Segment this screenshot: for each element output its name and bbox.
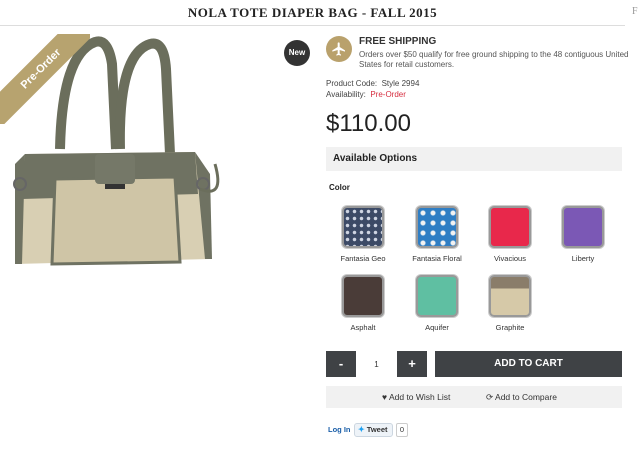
- wish-list-label: Add to Wish List: [388, 392, 451, 402]
- swatch-graphite[interactable]: Graphite: [480, 275, 540, 332]
- swatch-label: Vivacious: [494, 254, 526, 263]
- add-to-compare-link[interactable]: ⟳ Add to Compare: [486, 386, 557, 408]
- next-item-edge: F: [632, 6, 638, 17]
- quantity-increase-button[interactable]: +: [397, 351, 427, 377]
- swatch-fantasia-geo[interactable]: Fantasia Geo: [333, 206, 393, 263]
- product-code-label: Product Code:: [326, 79, 378, 88]
- swatch-liberty[interactable]: Liberty: [553, 206, 613, 263]
- swatch-label: Liberty: [571, 254, 595, 263]
- shipping-text: Orders over $50 qualify for free ground …: [359, 50, 629, 69]
- swatch-vivacious[interactable]: Vivacious: [480, 206, 540, 263]
- login-link[interactable]: Log In: [328, 425, 351, 434]
- swatch-label: Fantasia Floral: [412, 254, 462, 263]
- swatch-fantasia-geo-box: [342, 206, 384, 248]
- available-options-heading: Available Options: [326, 147, 622, 171]
- swatch-graphite-box: [489, 275, 531, 317]
- color-label: Color: [329, 183, 350, 192]
- availability-label: Availability:: [326, 90, 366, 99]
- swatch-fantasia-floral[interactable]: Fantasia Floral: [407, 206, 467, 263]
- add-to-wish-list-link[interactable]: ♥ Add to Wish List: [382, 386, 450, 408]
- twitter-bird-icon: ✦: [358, 425, 365, 434]
- preorder-ribbon-label: Pre-Order: [0, 34, 90, 124]
- quantity-input[interactable]: [358, 351, 395, 377]
- shipping-title: FREE SHIPPING: [359, 36, 437, 47]
- swatch-label: Aquifer: [425, 323, 449, 332]
- availability-value: Pre-Order: [370, 90, 406, 99]
- add-to-cart-button[interactable]: ADD TO CART: [435, 351, 622, 377]
- product-meta: Product Code: Style 2994 Availability: P…: [326, 78, 419, 100]
- swatch-fantasia-floral-box: [416, 206, 458, 248]
- product-code-value: Style 2994: [381, 79, 420, 88]
- swatch-aquifer[interactable]: Aquifer: [407, 275, 467, 332]
- preorder-ribbon: Pre-Order: [0, 34, 90, 124]
- wishlist-compare-bar: ♥ Add to Wish List ⟳ Add to Compare: [326, 386, 622, 408]
- product-price: $110.00: [326, 110, 411, 137]
- swatch-aquifer-box: [416, 275, 458, 317]
- swatch-label: Graphite: [495, 323, 525, 332]
- new-badge: New: [284, 40, 310, 66]
- product-image[interactable]: Pre-Order: [0, 34, 320, 274]
- swatch-vivacious-box: [489, 206, 531, 248]
- heart-icon: ♥: [382, 392, 388, 402]
- airplane-icon: [326, 36, 352, 62]
- tweet-button[interactable]: ✦ Tweet: [354, 423, 393, 437]
- swatch-asphalt-box: [342, 275, 384, 317]
- swatch-liberty-box: [562, 206, 604, 248]
- tweet-count: 0: [396, 423, 408, 437]
- swatch-label: Asphalt: [350, 323, 376, 332]
- quantity-decrease-button[interactable]: -: [326, 351, 356, 377]
- swatch-label: Fantasia Geo: [340, 254, 386, 263]
- tweet-label: Tweet: [366, 425, 388, 434]
- page-title: NOLA TOTE DIAPER BAG - FALL 2015: [0, 0, 625, 26]
- compare-label: Add to Compare: [495, 392, 557, 402]
- refresh-icon: ⟳: [486, 392, 494, 402]
- swatch-asphalt[interactable]: Asphalt: [333, 275, 393, 332]
